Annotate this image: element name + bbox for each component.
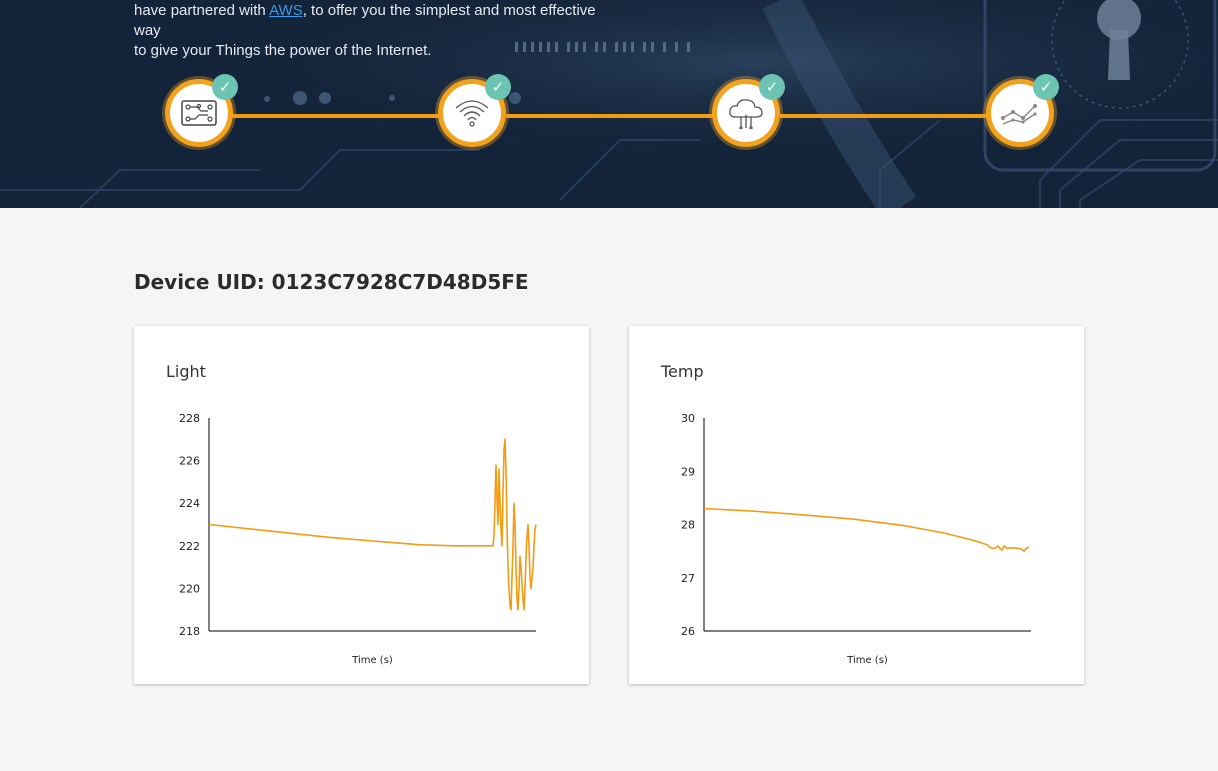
y-tick-label: 224 bbox=[179, 497, 200, 510]
y-tick-label: 26 bbox=[681, 625, 695, 638]
step-cloud: ✓ bbox=[712, 74, 785, 147]
cloud-icon bbox=[729, 99, 763, 129]
temp-line-chart: 26 27 28 29 30 Time (s) bbox=[681, 412, 1031, 666]
y-tick-label: 226 bbox=[179, 455, 200, 468]
hero-text-prefix: have partnered with bbox=[134, 2, 270, 19]
light-chart-card: Light 218 220 222 224 226 228 Time (s) bbox=[134, 326, 589, 684]
light-line-chart: 218 220 222 224 226 228 Time (s) bbox=[179, 412, 537, 666]
check-icon: ✓ bbox=[212, 74, 238, 100]
y-tick-label: 30 bbox=[681, 412, 695, 425]
x-axis-label: Time (s) bbox=[846, 655, 888, 666]
hero-banner: have partnered with AWS, to offer you th… bbox=[0, 0, 1218, 208]
y-tick-label: 222 bbox=[179, 540, 200, 553]
temp-chart-card: Temp 26 27 28 29 30 Time (s) bbox=[629, 326, 1084, 684]
aws-link[interactable]: AWS bbox=[269, 2, 303, 19]
check-icon: ✓ bbox=[485, 74, 511, 100]
series-line bbox=[703, 507, 1030, 552]
progress-connector bbox=[780, 114, 988, 118]
progress-connector bbox=[232, 114, 440, 118]
step-connectivity: ✓ bbox=[438, 74, 511, 147]
y-tick-label: 28 bbox=[681, 519, 695, 532]
y-tick-label: 29 bbox=[681, 465, 695, 478]
series-line bbox=[208, 438, 537, 611]
check-icon: ✓ bbox=[1033, 74, 1059, 100]
step-device: ✓ bbox=[165, 74, 238, 147]
hero-description: have partnered with AWS, to offer you th… bbox=[134, 1, 614, 61]
circuit-board-icon bbox=[181, 100, 217, 126]
device-uid-heading: Device UID: 0123C7928C7D48D5FE bbox=[134, 270, 529, 294]
check-icon: ✓ bbox=[759, 74, 785, 100]
line-graph-icon bbox=[1001, 104, 1037, 125]
wifi-icon bbox=[455, 100, 489, 127]
step-analytics: ✓ bbox=[986, 74, 1059, 147]
progress-connector bbox=[506, 114, 714, 118]
y-tick-label: 220 bbox=[179, 582, 200, 595]
y-tick-label: 218 bbox=[179, 625, 200, 638]
x-axis-label: Time (s) bbox=[351, 655, 393, 666]
hero-text-line2: to give your Things the power of the Int… bbox=[134, 42, 432, 59]
y-tick-label: 228 bbox=[179, 412, 200, 425]
y-tick-label: 27 bbox=[681, 572, 695, 585]
